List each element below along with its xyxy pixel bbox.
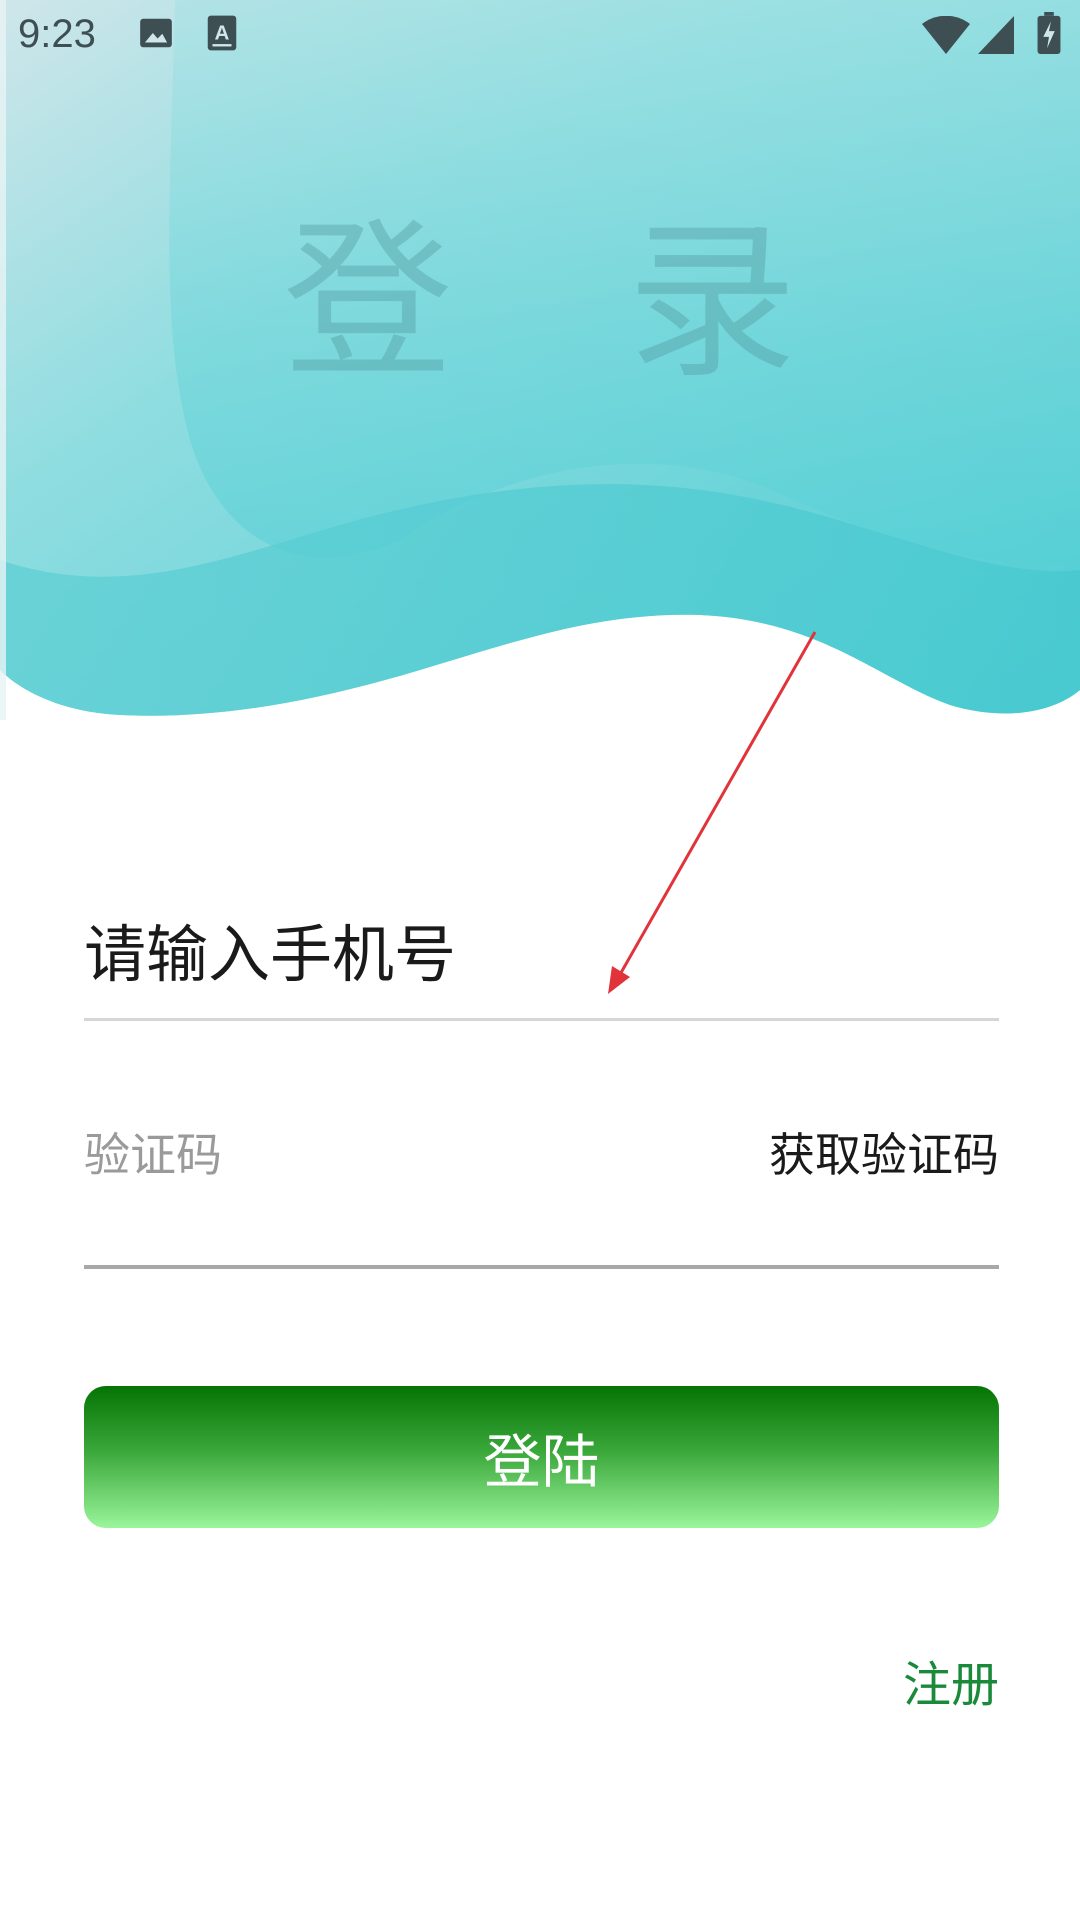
login-screen: 9:23 A 登 录 获取验证码 登陆 注册 <box>0 0 1080 1920</box>
get-code-button[interactable]: 获取验证码 <box>769 1105 999 1205</box>
phone-input[interactable] <box>84 890 999 1018</box>
verification-code-input[interactable] <box>84 1105 724 1205</box>
register-link[interactable]: 注册 <box>903 1645 999 1715</box>
verification-code-field: 获取验证码 <box>84 1085 999 1269</box>
phone-field <box>84 890 999 1021</box>
login-button[interactable]: 登陆 <box>84 1386 999 1528</box>
